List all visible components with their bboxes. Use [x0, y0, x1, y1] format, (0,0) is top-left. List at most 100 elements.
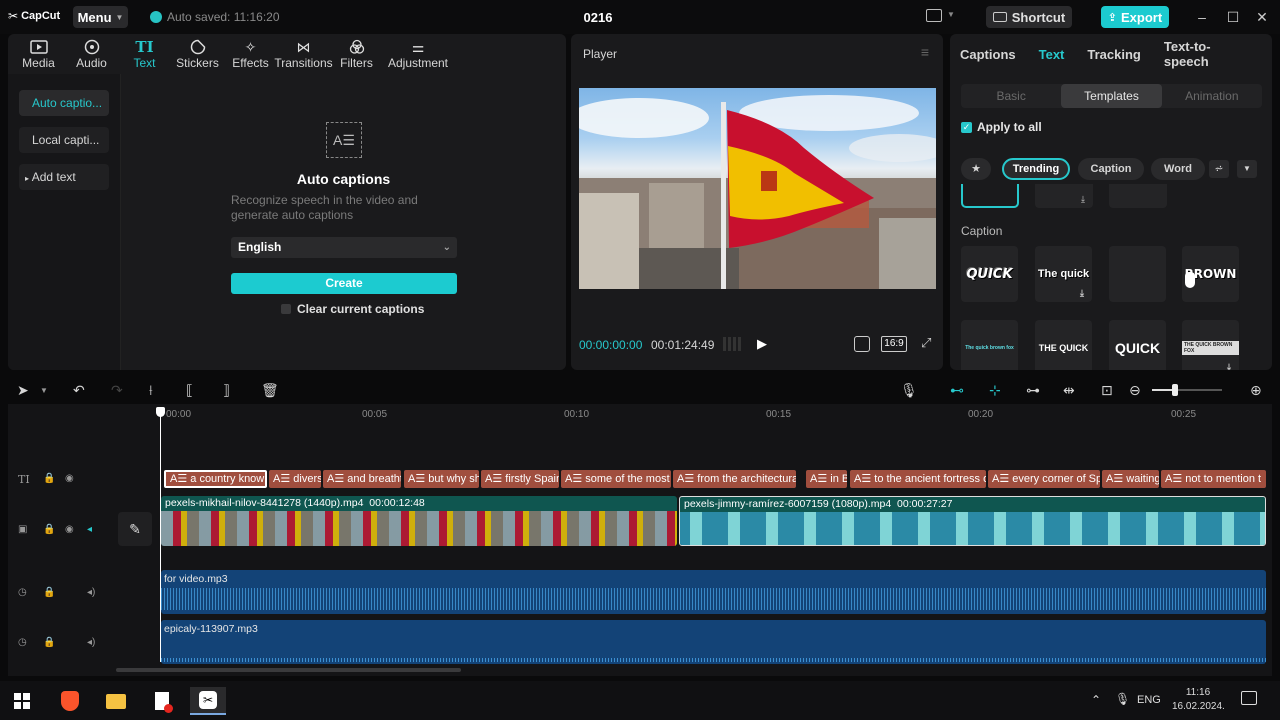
subtab-templates[interactable]: Templates: [1061, 84, 1162, 108]
fullscreen-crop-icon[interactable]: [854, 336, 870, 352]
sidebar-item-auto-captions[interactable]: Auto captio...: [19, 90, 109, 116]
playhead[interactable]: [156, 407, 165, 662]
microphone-icon[interactable]: 🎙: [900, 382, 918, 399]
template-item[interactable]: THE QUICK: [1035, 320, 1092, 370]
time-ruler[interactable]: 00:00 00:05 00:10 00:15 00:20 00:25: [160, 404, 1272, 426]
eye-icon[interactable]: ◉: [65, 473, 74, 484]
tab-transitions[interactable]: ⋈ Transitions: [274, 34, 332, 74]
tab-stickers[interactable]: Stickers: [171, 34, 224, 74]
caption-clip[interactable]: A☰ waiting: [1102, 470, 1159, 488]
maximize-icon[interactable]: ☐: [1224, 8, 1242, 26]
template-item[interactable]: ⤓: [1035, 184, 1093, 208]
pdf-app-icon[interactable]: [144, 687, 180, 715]
caption-clip[interactable]: A☰ in B: [806, 470, 847, 488]
favorites-chip[interactable]: ★: [961, 158, 991, 180]
clock[interactable]: 11:16 16.02.2024.: [1172, 686, 1225, 714]
caption-clip[interactable]: A☰ not to mention t: [1161, 470, 1266, 488]
minimize-icon[interactable]: –: [1193, 8, 1211, 26]
preview-axis-icon[interactable]: ⇹: [1063, 382, 1075, 399]
lock-icon[interactable]: 🔒: [43, 524, 55, 535]
speaker-icon[interactable]: ◂): [87, 587, 95, 598]
play-icon[interactable]: ▶: [757, 336, 767, 352]
apply-to-all-checkbox[interactable]: ✓ Apply to all: [961, 120, 1042, 134]
playhead-handle[interactable]: [156, 407, 165, 417]
lock-icon[interactable]: 🔒: [43, 587, 55, 598]
redo-icon[interactable]: ↷: [111, 382, 123, 399]
tab-text-to-speech[interactable]: Text-to-speech: [1164, 39, 1249, 69]
thumbnail-icon[interactable]: ⊡: [1101, 382, 1113, 399]
caption-clip[interactable]: A☰ firstly Spain: [481, 470, 559, 488]
template-item[interactable]: THE QUICK BROWN FOX ⤓: [1182, 320, 1239, 370]
tab-filters[interactable]: Filters: [330, 34, 383, 74]
caption-clip[interactable]: A☰ every corner of Spa: [988, 470, 1100, 488]
audio-on-icon[interactable]: ◂: [87, 524, 92, 535]
tab-tracking[interactable]: Tracking: [1087, 47, 1140, 62]
caption-clip[interactable]: A☰ from the architectural: [673, 470, 796, 488]
zoom-in-icon[interactable]: ⊕: [1250, 382, 1262, 399]
template-item[interactable]: QUICK: [961, 246, 1018, 302]
grid-view-icon[interactable]: [723, 337, 741, 351]
tab-adjustment[interactable]: ⚌ Adjustment: [383, 34, 453, 74]
sidebar-item-add-text[interactable]: ▸ Add text: [19, 164, 109, 190]
caption-clip[interactable]: A☰ to the ancient fortress o: [850, 470, 986, 488]
clear-captions-checkbox[interactable]: Clear current captions: [281, 302, 424, 316]
lock-icon[interactable]: 🔒: [43, 473, 55, 484]
undo-icon[interactable]: ↶: [73, 382, 85, 399]
eye-icon[interactable]: ◉: [65, 524, 74, 535]
template-item[interactable]: [1109, 184, 1167, 208]
close-icon[interactable]: ✕: [1253, 8, 1271, 26]
file-explorer-icon[interactable]: [98, 687, 134, 715]
caption-clip[interactable]: A☰ but why sho: [404, 470, 479, 488]
hamburger-menu-icon[interactable]: ≡: [921, 44, 929, 60]
expand-icon[interactable]: ⤢: [921, 335, 931, 351]
video-preview[interactable]: [579, 88, 936, 289]
speaker-icon[interactable]: ◂): [87, 637, 95, 648]
chip-caption[interactable]: Caption: [1078, 158, 1144, 180]
aspect-ratio-button[interactable]: 16:9: [881, 336, 907, 352]
template-item[interactable]: [1109, 246, 1166, 302]
input-language[interactable]: ENG: [1137, 694, 1161, 706]
chevron-up-icon[interactable]: ⌃: [1091, 693, 1101, 707]
language-select[interactable]: English ⌄: [231, 237, 457, 258]
tab-audio[interactable]: Audio: [65, 34, 118, 74]
subtab-basic[interactable]: Basic: [961, 84, 1061, 108]
chip-word[interactable]: Word: [1151, 158, 1205, 180]
chevron-down-icon[interactable]: ▼: [947, 10, 955, 19]
shortcut-button[interactable]: Shortcut: [986, 6, 1072, 28]
split-left-icon[interactable]: ⟦: [186, 382, 193, 399]
select-cursor-icon[interactable]: ➤: [17, 382, 29, 399]
template-item[interactable]: The quick brown fox: [961, 320, 1018, 370]
cover-edit-button[interactable]: ✎: [118, 512, 152, 546]
microphone-icon[interactable]: 🎙: [1115, 692, 1130, 706]
zoom-slider[interactable]: [1152, 384, 1222, 396]
audio-clip[interactable]: for video.mp3: [161, 570, 1266, 614]
timeline-scrollbar[interactable]: [116, 668, 461, 672]
split-icon[interactable]: ⟊: [149, 382, 153, 399]
audio-clip[interactable]: epicaly-113907.mp3: [161, 620, 1266, 664]
tab-text[interactable]: TI Text: [118, 34, 171, 74]
caption-clip[interactable]: A☰ a country know: [164, 470, 267, 488]
template-item[interactable]: QUICK: [1109, 320, 1166, 370]
brave-browser-icon[interactable]: [52, 687, 88, 715]
filter-icon[interactable]: ⩫: [1209, 160, 1229, 178]
video-clip[interactable]: pexels-mikhail-nilov-8441278 (1440p).mp4…: [161, 496, 677, 546]
tab-captions[interactable]: Captions: [960, 47, 1016, 62]
layout-icon[interactable]: [926, 9, 942, 22]
caption-clip[interactable]: A☰ diverse: [269, 470, 321, 488]
sidebar-item-local-captions[interactable]: Local capti...: [19, 127, 109, 153]
caption-clip[interactable]: A☰ some of the most: [561, 470, 671, 488]
delete-icon[interactable]: 🗑: [261, 382, 279, 399]
chevron-down-icon[interactable]: ▼: [1237, 160, 1257, 178]
chip-trending[interactable]: Trending: [1002, 158, 1070, 180]
split-right-icon[interactable]: ⟧: [223, 382, 230, 399]
auto-snap-icon[interactable]: ⊹: [989, 382, 1001, 399]
export-button[interactable]: ⇪ Export: [1101, 6, 1169, 28]
caption-clip[interactable]: A☰ and breathtaking: [323, 470, 401, 488]
zoom-out-icon[interactable]: ⊖: [1129, 382, 1141, 399]
tab-text[interactable]: Text: [1039, 47, 1065, 62]
tab-effects[interactable]: ✧ Effects: [224, 34, 277, 74]
start-button[interactable]: [4, 687, 40, 715]
zoom-slider-handle[interactable]: [1172, 384, 1178, 396]
create-button[interactable]: Create: [231, 273, 457, 294]
subtab-animation[interactable]: Animation: [1162, 84, 1262, 108]
